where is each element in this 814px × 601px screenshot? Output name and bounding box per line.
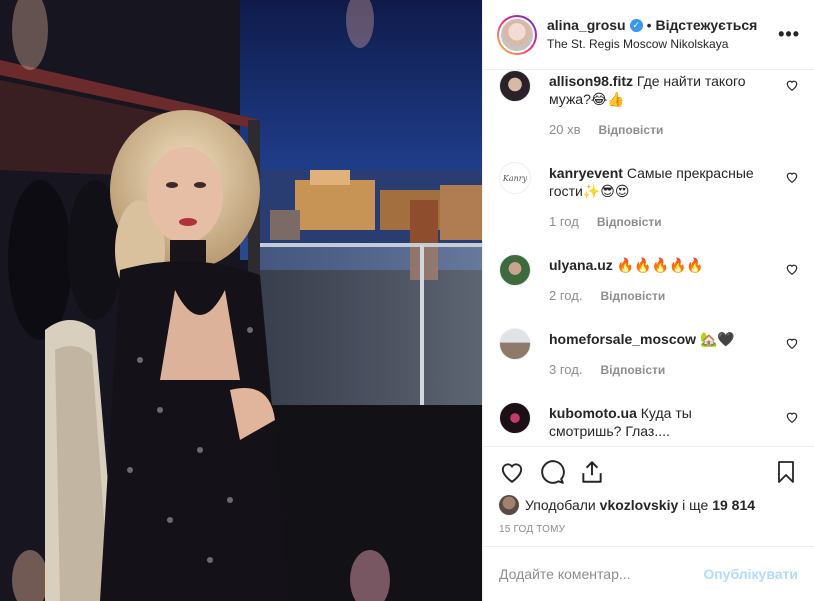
reply-button[interactable]: Відповісти [600, 289, 665, 303]
comment-time: 3 год. [549, 362, 583, 377]
comment-item: Kanry kanryevent Самые прекрасные гости✨… [499, 162, 799, 229]
commenter-avatar[interactable] [499, 254, 531, 286]
comment-composer: Опублікувати [483, 546, 814, 601]
post-timestamp[interactable]: 15 ГОД ТОМУ [499, 524, 565, 535]
like-heart-icon[interactable] [499, 459, 525, 485]
comment-item: allison98.fitz Где найти такого мужа?😂👍 … [499, 70, 799, 137]
comments-list[interactable]: allison98.fitz Где найти такого мужа?😂👍 … [483, 70, 814, 446]
reply-button[interactable]: Відповісти [598, 123, 663, 137]
reply-button[interactable]: Відповісти [600, 363, 665, 377]
comment-text: 🏡🖤 [699, 331, 735, 347]
like-comment-heart-icon[interactable] [785, 262, 799, 276]
like-comment-heart-icon[interactable] [785, 410, 799, 424]
author-info: alina_grosu ✓ • Відстежується The St. Re… [547, 17, 757, 53]
post-photo[interactable] [0, 0, 482, 601]
comment-time: 2 год. [549, 288, 583, 303]
comment-time: 20 хв [549, 122, 581, 137]
commenter-username[interactable]: kubomoto.ua [549, 405, 637, 421]
commenter-username[interactable]: kanryevent [549, 165, 623, 181]
like-comment-heart-icon[interactable] [785, 78, 799, 92]
publish-button[interactable]: Опублікувати [703, 566, 798, 582]
comment-text: 🔥🔥🔥🔥🔥 [616, 257, 704, 273]
comment-item: kubomoto.ua Куда ты смотришь? Глаз.... [499, 402, 799, 440]
commenter-username[interactable]: homeforsale_moscow [549, 331, 696, 347]
comment-time: 1 год [549, 214, 579, 229]
commenter-avatar[interactable] [499, 402, 531, 434]
separator-dot: • [646, 16, 652, 33]
likes-summary: Уподобали vkozlovskiy і ще 19 814 [499, 495, 755, 515]
commenter-username[interactable]: allison98.fitz [549, 73, 633, 89]
more-options-icon[interactable]: ••• [778, 24, 800, 45]
likes-prefix: Уподобали [525, 497, 596, 513]
likes-count[interactable]: 19 814 [712, 497, 755, 513]
comment-text-block: allison98.fitz Где найти такого мужа?😂👍 [549, 72, 759, 108]
commenter-avatar[interactable] [499, 328, 531, 360]
comment-item: homeforsale_moscow 🏡🖤 3 год. Відповісти [499, 328, 799, 377]
comment-item: ulyana.uz 🔥🔥🔥🔥🔥 2 год. Відповісти [499, 254, 799, 303]
likes-conj: і ще [682, 497, 709, 513]
comment-bubble-icon[interactable] [539, 459, 565, 485]
like-comment-heart-icon[interactable] [785, 170, 799, 184]
action-icons [499, 459, 798, 487]
post-header: alina_grosu ✓ • Відстежується The St. Re… [483, 0, 814, 70]
photo-illustration [0, 0, 482, 601]
share-icon[interactable] [579, 459, 605, 485]
bookmark-icon[interactable] [774, 459, 798, 485]
post-details-panel: alina_grosu ✓ • Відстежується The St. Re… [482, 0, 814, 601]
author-avatar[interactable] [497, 14, 537, 55]
comment-text-block: ulyana.uz 🔥🔥🔥🔥🔥 [549, 256, 759, 274]
reply-button[interactable]: Відповісти [597, 215, 662, 229]
commenter-avatar[interactable]: Kanry [499, 162, 531, 194]
liker-username[interactable]: vkozlovskiy [600, 497, 679, 513]
comment-text-block: kanryevent Самые прекрасные гости✨😎😍 [549, 164, 759, 200]
comment-input[interactable] [499, 566, 704, 582]
author-username[interactable]: alina_grosu [547, 17, 626, 34]
liker-avatar[interactable] [499, 495, 519, 515]
post-location[interactable]: The St. Regis Moscow Nikolskaya [547, 36, 757, 53]
commenter-avatar-logo-text: Kanry [502, 173, 528, 183]
commenter-username[interactable]: ulyana.uz [549, 257, 613, 273]
commenter-avatar[interactable] [499, 70, 531, 102]
verified-badge-icon: ✓ [629, 18, 643, 32]
follow-status-button[interactable]: Відстежується [656, 17, 758, 34]
like-comment-heart-icon[interactable] [785, 336, 799, 350]
comment-text-block: kubomoto.ua Куда ты смотришь? Глаз.... [549, 404, 759, 440]
comment-text-block: homeforsale_moscow 🏡🖤 [549, 330, 759, 348]
